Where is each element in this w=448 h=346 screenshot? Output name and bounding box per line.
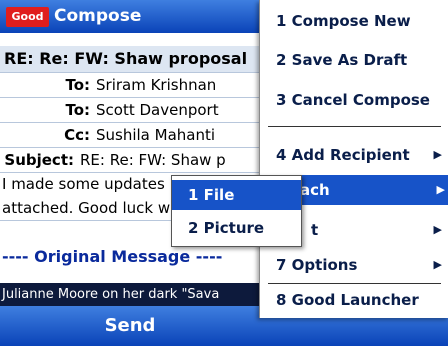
menu-item-good-launcher[interactable]: 8 Good Launcher [276, 289, 446, 311]
good-logo: Good [6, 7, 49, 27]
field-label: Subject: [4, 151, 74, 169]
cc-field[interactable]: Cc: Sushila Mahanti [0, 123, 268, 148]
subject-field[interactable]: Subject: RE: Re: FW: Shaw p [0, 148, 268, 173]
menu-separator [268, 126, 441, 127]
field-label: To: [65, 101, 90, 119]
submenu-arrow-icon: ▶ [433, 258, 442, 271]
submenu-arrow-icon: ▶ [433, 223, 442, 236]
submenu-arrow-icon: ▶ [433, 148, 442, 161]
menu-item-label: 4 Add Recipient [276, 146, 410, 164]
message-subject-header: RE: Re: FW: Shaw proposal [0, 46, 272, 73]
submenu-arrow-icon: ▶ [436, 183, 445, 196]
original-message-separator: ---- Original Message ---- [2, 247, 223, 266]
menu-item-cancel-compose[interactable]: 3 Cancel Compose [276, 89, 446, 111]
news-teaser: Julianne Moore on her dark "Sava [0, 283, 270, 306]
menu-item-compose-new[interactable]: 1 Compose New [276, 10, 446, 32]
field-value: Sriram Krishnan [96, 76, 217, 94]
window-title: Compose [54, 6, 142, 26]
field-label: Cc: [64, 126, 90, 144]
to-field-2[interactable]: To: Scott Davenport [0, 98, 268, 123]
field-value: Scott Davenport [96, 101, 219, 119]
field-value: Sushila Mahanti [96, 126, 216, 144]
to-field-1[interactable]: To: Sriram Krishnan [0, 73, 268, 98]
field-label: To: [65, 76, 90, 94]
field-value: RE: Re: FW: Shaw p [80, 151, 226, 169]
attach-submenu: 1 File 2 Picture [171, 175, 302, 247]
submenu-item-picture[interactable]: 2 Picture [172, 213, 301, 243]
menu-item-save-as-draft[interactable]: 2 Save As Draft [276, 49, 446, 71]
send-button[interactable]: Send [70, 309, 190, 343]
menu-item-add-recipient[interactable]: 4 Add Recipient ▶ [276, 144, 446, 166]
menu-separator [268, 283, 441, 284]
popup-menu: 1 Compose New 2 Save As Draft 3 Cancel C… [259, 0, 448, 318]
menu-item-options[interactable]: 7 Options ▶ [276, 254, 446, 276]
submenu-item-file[interactable]: 1 File [172, 180, 301, 210]
menu-item-label: 7 Options [276, 256, 358, 274]
